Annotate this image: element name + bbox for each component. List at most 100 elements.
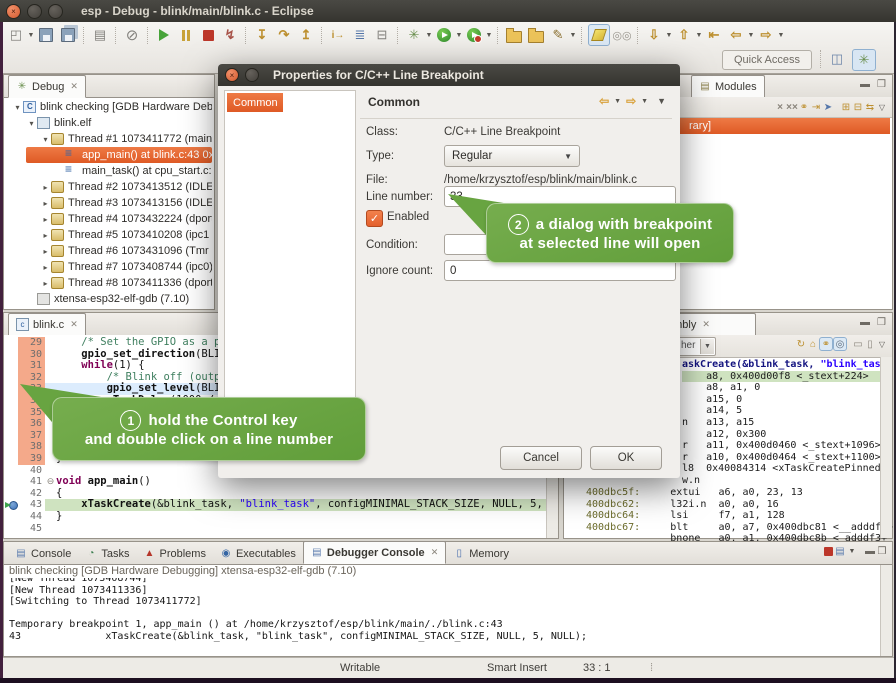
tab-close-icon[interactable]: ✕ bbox=[70, 81, 78, 92]
console-scrollbar[interactable] bbox=[880, 565, 892, 656]
disassembly-scrollbar[interactable] bbox=[880, 357, 892, 538]
instruction-mode-icon[interactable]: ≣ bbox=[350, 25, 370, 45]
chevron-down-icon[interactable]: ▼ bbox=[700, 339, 714, 354]
debug-icon[interactable]: ✳ bbox=[404, 25, 424, 45]
expand-arrow-icon[interactable]: ▸ bbox=[40, 199, 51, 208]
line-number[interactable]: 38 bbox=[18, 441, 45, 453]
pin-icon[interactable]: ▭ bbox=[852, 338, 864, 350]
remove-all-icon[interactable]: ×× bbox=[786, 101, 798, 113]
open-project-icon[interactable] bbox=[526, 25, 546, 45]
debug-tree-row[interactable]: ▸Thread #2 1073413512 (IDLE) (Susp bbox=[6, 179, 212, 195]
tab-blink-c[interactable]: c blink.c ✕ bbox=[8, 313, 86, 336]
previous-annotation-dropdown-icon[interactable]: ▼ bbox=[695, 32, 703, 39]
load-all-symbols-icon[interactable]: ⇥ bbox=[810, 101, 822, 113]
enabled-checkbox[interactable]: ✓ bbox=[366, 210, 383, 227]
debug-tree-row[interactable]: ▸Thread #4 1073432224 (dport) (Sus bbox=[6, 211, 212, 227]
track-expression-icon[interactable]: ◎ bbox=[833, 337, 847, 351]
line-number[interactable]: 42 bbox=[18, 488, 45, 500]
debug-tree-row[interactable]: main_task() at cpu_start.c:339 0x4 bbox=[6, 163, 212, 179]
back-icon[interactable]: ⇦ bbox=[726, 25, 746, 45]
debug-tree-row[interactable]: xtensa-esp32-elf-gdb (7.10) bbox=[6, 291, 212, 307]
link-with-icon[interactable]: ➤ bbox=[822, 101, 834, 113]
save-all-icon[interactable] bbox=[58, 25, 78, 45]
load-symbols-icon[interactable]: ⚭ bbox=[798, 101, 810, 113]
next-annotation-dropdown-icon[interactable]: ▼ bbox=[665, 32, 673, 39]
binary-icon[interactable]: ▤ bbox=[90, 25, 110, 45]
dialog-close-icon[interactable]: × bbox=[225, 68, 239, 82]
cpp-perspective-icon[interactable]: ◫ bbox=[826, 49, 848, 69]
expand-arrow-icon[interactable]: ▸ bbox=[40, 279, 51, 288]
view-menu-icon[interactable]: ▽ bbox=[876, 338, 888, 350]
instruction-step-icon[interactable]: i→ bbox=[328, 25, 348, 45]
run-dropdown-icon[interactable]: ▼ bbox=[455, 32, 463, 39]
line-number[interactable]: 45 bbox=[18, 523, 45, 535]
suspend-icon[interactable] bbox=[176, 25, 196, 45]
remove-icon[interactable]: × bbox=[774, 101, 786, 113]
back-icon[interactable]: ⇦ bbox=[599, 94, 609, 108]
tab-debug[interactable]: ✳ Debug ✕ bbox=[8, 75, 86, 98]
view-menu-icon[interactable]: ▼ bbox=[657, 96, 666, 106]
window-maximize-icon[interactable] bbox=[48, 4, 63, 19]
new-flag-icon[interactable]: ✎ bbox=[548, 25, 568, 45]
expand-arrow-icon[interactable]: ▸ bbox=[40, 263, 51, 272]
fold-icon[interactable]: ⊖ bbox=[45, 476, 56, 488]
memory-view-icon[interactable]: ⊟ bbox=[372, 25, 392, 45]
line-number[interactable]: 44 bbox=[18, 511, 45, 523]
maximize-icon[interactable]: ❒ bbox=[877, 79, 886, 90]
window-minimize-icon[interactable] bbox=[27, 4, 42, 19]
expand-arrow-icon[interactable]: ▸ bbox=[40, 215, 51, 224]
tab-close-icon[interactable]: ✕ bbox=[431, 547, 439, 558]
back-dropdown-icon[interactable]: ▼ bbox=[614, 98, 621, 105]
last-edit-location-icon[interactable]: ⇤ bbox=[704, 25, 724, 45]
step-return-icon[interactable]: ↥ bbox=[296, 25, 316, 45]
gray-rings-icon[interactable]: ◎◎ bbox=[612, 25, 632, 45]
debug-tree-row[interactable]: ▾blink.elf bbox=[6, 115, 212, 131]
maximize-icon[interactable]: ❒ bbox=[877, 317, 886, 328]
expand-arrow-icon[interactable]: ▸ bbox=[40, 183, 51, 192]
profile-icon[interactable] bbox=[464, 25, 484, 45]
tab-close-icon[interactable]: ✕ bbox=[702, 319, 710, 330]
forward-dropdown-icon[interactable]: ▼ bbox=[777, 32, 785, 39]
disassembly-address-lines[interactable]: 400dbc5f: extui a6, a0, 23, 13400dbc62: … bbox=[586, 487, 886, 545]
save-icon[interactable] bbox=[36, 25, 56, 45]
show-source-icon[interactable]: ⚭ bbox=[819, 337, 833, 351]
disconnect-icon[interactable]: ↯ bbox=[220, 25, 240, 45]
debug-tree-row[interactable]: ▾blink checking [GDB Hardware Debug bbox=[6, 99, 212, 115]
line-number[interactable]: 40 bbox=[18, 465, 45, 477]
view-menu-icon[interactable]: ▽ bbox=[876, 101, 888, 113]
tab-problems[interactable]: ▲ Problems bbox=[136, 543, 212, 564]
terminate-icon[interactable] bbox=[198, 25, 218, 45]
forward-dropdown-icon[interactable]: ▼ bbox=[641, 98, 648, 105]
collapse-all-icon[interactable]: ⊟ bbox=[852, 101, 864, 113]
debug-perspective-icon[interactable]: ✳ bbox=[852, 49, 876, 71]
debug-tree-row[interactable]: ▸Thread #6 1073431096 (Tmr Svc) (S bbox=[6, 243, 212, 259]
new-dropdown-icon[interactable]: ▼ bbox=[27, 32, 35, 39]
tab-executables[interactable]: ◉ Executables bbox=[213, 543, 303, 564]
type-select[interactable]: Regular ▼ bbox=[444, 145, 580, 167]
open-folder-icon[interactable] bbox=[504, 25, 524, 45]
debug-tree-row[interactable]: ▾Thread #1 1073411772 (main : Runn bbox=[6, 131, 212, 147]
line-number[interactable]: 30 bbox=[18, 349, 45, 361]
debug-tree[interactable]: ▾blink checking [GDB Hardware Debug▾blin… bbox=[6, 99, 212, 307]
debug-tree-row[interactable]: ▸Thread #8 1073411336 (dport) (Sus bbox=[6, 275, 212, 291]
minimize-icon[interactable]: ▬ bbox=[860, 79, 870, 90]
expand-all-icon[interactable]: ⊞ bbox=[840, 101, 852, 113]
step-over-icon[interactable]: ↷ bbox=[274, 25, 294, 45]
debug-tree-row[interactable]: ▸Thread #3 1073413156 (IDLE) (Susp bbox=[6, 195, 212, 211]
debug-tree-row[interactable]: ▸Thread #7 1073408744 (ipc0) (Susp bbox=[6, 259, 212, 275]
display-console-icon[interactable]: ▤ bbox=[834, 545, 846, 557]
debug-tree-row[interactable]: ▸Thread #5 1073410208 (ipc1 : Runni bbox=[6, 227, 212, 243]
back-dropdown-icon[interactable]: ▼ bbox=[747, 32, 755, 39]
skip-all-breakpoints-icon[interactable]: ⊘ bbox=[122, 25, 142, 45]
open-new-view-icon[interactable]: ▯ bbox=[864, 338, 876, 350]
forward-icon[interactable]: ⇨ bbox=[756, 25, 776, 45]
ok-button[interactable]: OK bbox=[590, 446, 662, 470]
previous-annotation-icon[interactable]: ⇧ bbox=[674, 25, 694, 45]
mark-occurrences-icon[interactable] bbox=[588, 24, 610, 46]
expand-arrow-icon[interactable]: ▸ bbox=[40, 231, 51, 240]
maximize-icon[interactable]: ❒ bbox=[876, 545, 888, 557]
tab-modules[interactable]: ▤ Modules bbox=[691, 75, 765, 98]
flag-dropdown-icon[interactable]: ▼ bbox=[569, 32, 577, 39]
minimize-icon[interactable]: ▬ bbox=[864, 545, 876, 557]
debug-tree-row[interactable]: app_main() at blink.c:43 0x400db bbox=[26, 147, 212, 163]
